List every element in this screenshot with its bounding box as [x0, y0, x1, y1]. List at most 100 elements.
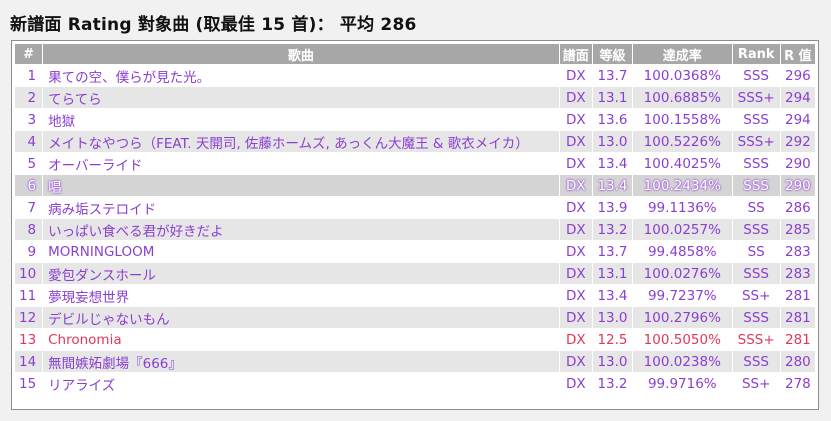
- chart-type: DX: [559, 175, 592, 196]
- song-title: 夢現妄想世界: [43, 285, 559, 306]
- level: 13.6: [592, 109, 633, 130]
- row-index: 3: [15, 109, 43, 130]
- achievement: 100.4025%: [633, 153, 732, 174]
- achievement: 100.2434%: [633, 175, 732, 196]
- chart-type: DX: [559, 131, 592, 152]
- rank: SSS: [732, 175, 780, 196]
- rating: 292: [780, 131, 815, 152]
- achievement: 100.6885%: [633, 87, 732, 108]
- rank: SSS: [732, 109, 780, 130]
- rank: SSS: [732, 65, 780, 86]
- level: 13.2: [592, 373, 633, 394]
- table-header-row: # 歌曲 譜面 等級 達成率 Rank R 值: [15, 44, 815, 64]
- row-index: 15: [15, 373, 43, 394]
- chart-type: DX: [559, 109, 592, 130]
- rating: 285: [780, 219, 815, 240]
- chart-type: DX: [559, 65, 592, 86]
- rating: 294: [780, 87, 815, 108]
- rank: SSS: [732, 153, 780, 174]
- rank: SS+: [732, 285, 780, 306]
- table-row-highlighted: 6 唱 DX 13.4 100.2434% SSS 290: [15, 175, 815, 196]
- song-title: いっぱい食べる君が好きだよ: [43, 219, 559, 240]
- rank: SSS+: [732, 131, 780, 152]
- column-header-index[interactable]: #: [15, 44, 43, 64]
- achievement: 99.4858%: [633, 241, 732, 262]
- song-title: オーバーライド: [43, 153, 559, 174]
- column-header-song[interactable]: 歌曲: [43, 44, 559, 64]
- row-index: 14: [15, 351, 43, 372]
- achievement: 100.5226%: [633, 131, 732, 152]
- achievement: 100.0257%: [633, 219, 732, 240]
- song-title: メイトなやつら（FEAT. 天開司, 佐藤ホームズ, あっくん大魔王 & 歌衣メ…: [43, 131, 559, 152]
- column-header-chart[interactable]: 譜面: [559, 44, 592, 64]
- level: 13.4: [592, 175, 633, 196]
- rank: SSS+: [732, 87, 780, 108]
- rank: SS: [732, 197, 780, 218]
- level: 13.7: [592, 241, 633, 262]
- achievement: 100.2796%: [633, 307, 732, 328]
- level: 13.0: [592, 131, 633, 152]
- level: 13.4: [592, 153, 633, 174]
- table-row: 4 メイトなやつら（FEAT. 天開司, 佐藤ホームズ, あっくん大魔王 & 歌…: [15, 131, 815, 152]
- level: 13.2: [592, 219, 633, 240]
- row-index: 1: [15, 65, 43, 86]
- rating: 286: [780, 197, 815, 218]
- rating: 283: [780, 263, 815, 284]
- rating-table: # 歌曲 譜面 等級 達成率 Rank R 值 1 果ての空、僕らが見た光。 D…: [14, 43, 816, 395]
- table-row: 7 病み垢ステロイド DX 13.9 99.1136% SS 286: [15, 197, 815, 218]
- row-index: 6: [15, 175, 43, 196]
- chart-type: DX: [559, 241, 592, 262]
- song-title: リアライズ: [43, 373, 559, 394]
- level: 13.7: [592, 65, 633, 86]
- table-row: 8 いっぱい食べる君が好きだよ DX 13.2 100.0257% SSS 28…: [15, 219, 815, 240]
- chart-type: DX: [559, 307, 592, 328]
- column-header-level[interactable]: 等級: [592, 44, 633, 64]
- table-row: 15 リアライズ DX 13.2 99.9716% SS+ 278: [15, 373, 815, 394]
- level: 13.0: [592, 307, 633, 328]
- rank: SS+: [732, 373, 780, 394]
- column-header-rank[interactable]: Rank: [732, 44, 780, 64]
- chart-type: DX: [559, 197, 592, 218]
- rating: 280: [780, 351, 815, 372]
- table-row-red: 13 Chronomia DX 12.5 100.5050% SSS+ 281: [15, 329, 815, 350]
- achievement: 100.0276%: [633, 263, 732, 284]
- rating: 283: [780, 241, 815, 262]
- song-title: てらてら: [43, 87, 559, 108]
- row-index: 7: [15, 197, 43, 218]
- table-row: 1 果ての空、僕らが見た光。 DX 13.7 100.0368% SSS 296: [15, 65, 815, 86]
- level: 12.5: [592, 329, 633, 350]
- rating-table-container: # 歌曲 譜面 等級 達成率 Rank R 值 1 果ての空、僕らが見た光。 D…: [11, 40, 819, 410]
- rating: 278: [780, 373, 815, 394]
- rank: SSS+: [732, 329, 780, 350]
- table-row: 14 無間嫉妬劇場『666』 DX 13.0 100.0238% SSS 280: [15, 351, 815, 372]
- song-title: 愛包ダンスホール: [43, 263, 559, 284]
- row-index: 2: [15, 87, 43, 108]
- rating: 296: [780, 65, 815, 86]
- rating: 290: [780, 175, 815, 196]
- achievement: 99.7237%: [633, 285, 732, 306]
- row-index: 4: [15, 131, 43, 152]
- row-index: 11: [15, 285, 43, 306]
- rating: 290: [780, 153, 815, 174]
- achievement: 99.9716%: [633, 373, 732, 394]
- achievement: 99.1136%: [633, 197, 732, 218]
- rank: SSS: [732, 351, 780, 372]
- level: 13.9: [592, 197, 633, 218]
- chart-type: DX: [559, 373, 592, 394]
- table-row: 11 夢現妄想世界 DX 13.4 99.7237% SS+ 281: [15, 285, 815, 306]
- rating: 281: [780, 285, 815, 306]
- song-title: MORNINGLOOM: [43, 241, 559, 262]
- rank: SSS: [732, 307, 780, 328]
- column-header-rating[interactable]: R 值: [780, 44, 815, 64]
- table-row: 3 地獄 DX 13.6 100.1558% SSS 294: [15, 109, 815, 130]
- page-title: 新譜面 Rating 對象曲 (取最佳 15 首)： 平均 286: [10, 15, 417, 35]
- rating: 281: [780, 307, 815, 328]
- song-title: 無間嫉妬劇場『666』: [43, 351, 559, 372]
- level: 13.4: [592, 285, 633, 306]
- rating: 294: [780, 109, 815, 130]
- achievement: 100.1558%: [633, 109, 732, 130]
- row-index: 5: [15, 153, 43, 174]
- rank: SSS: [732, 263, 780, 284]
- table-row: 9 MORNINGLOOM DX 13.7 99.4858% SS 283: [15, 241, 815, 262]
- column-header-achievement[interactable]: 達成率: [633, 44, 732, 64]
